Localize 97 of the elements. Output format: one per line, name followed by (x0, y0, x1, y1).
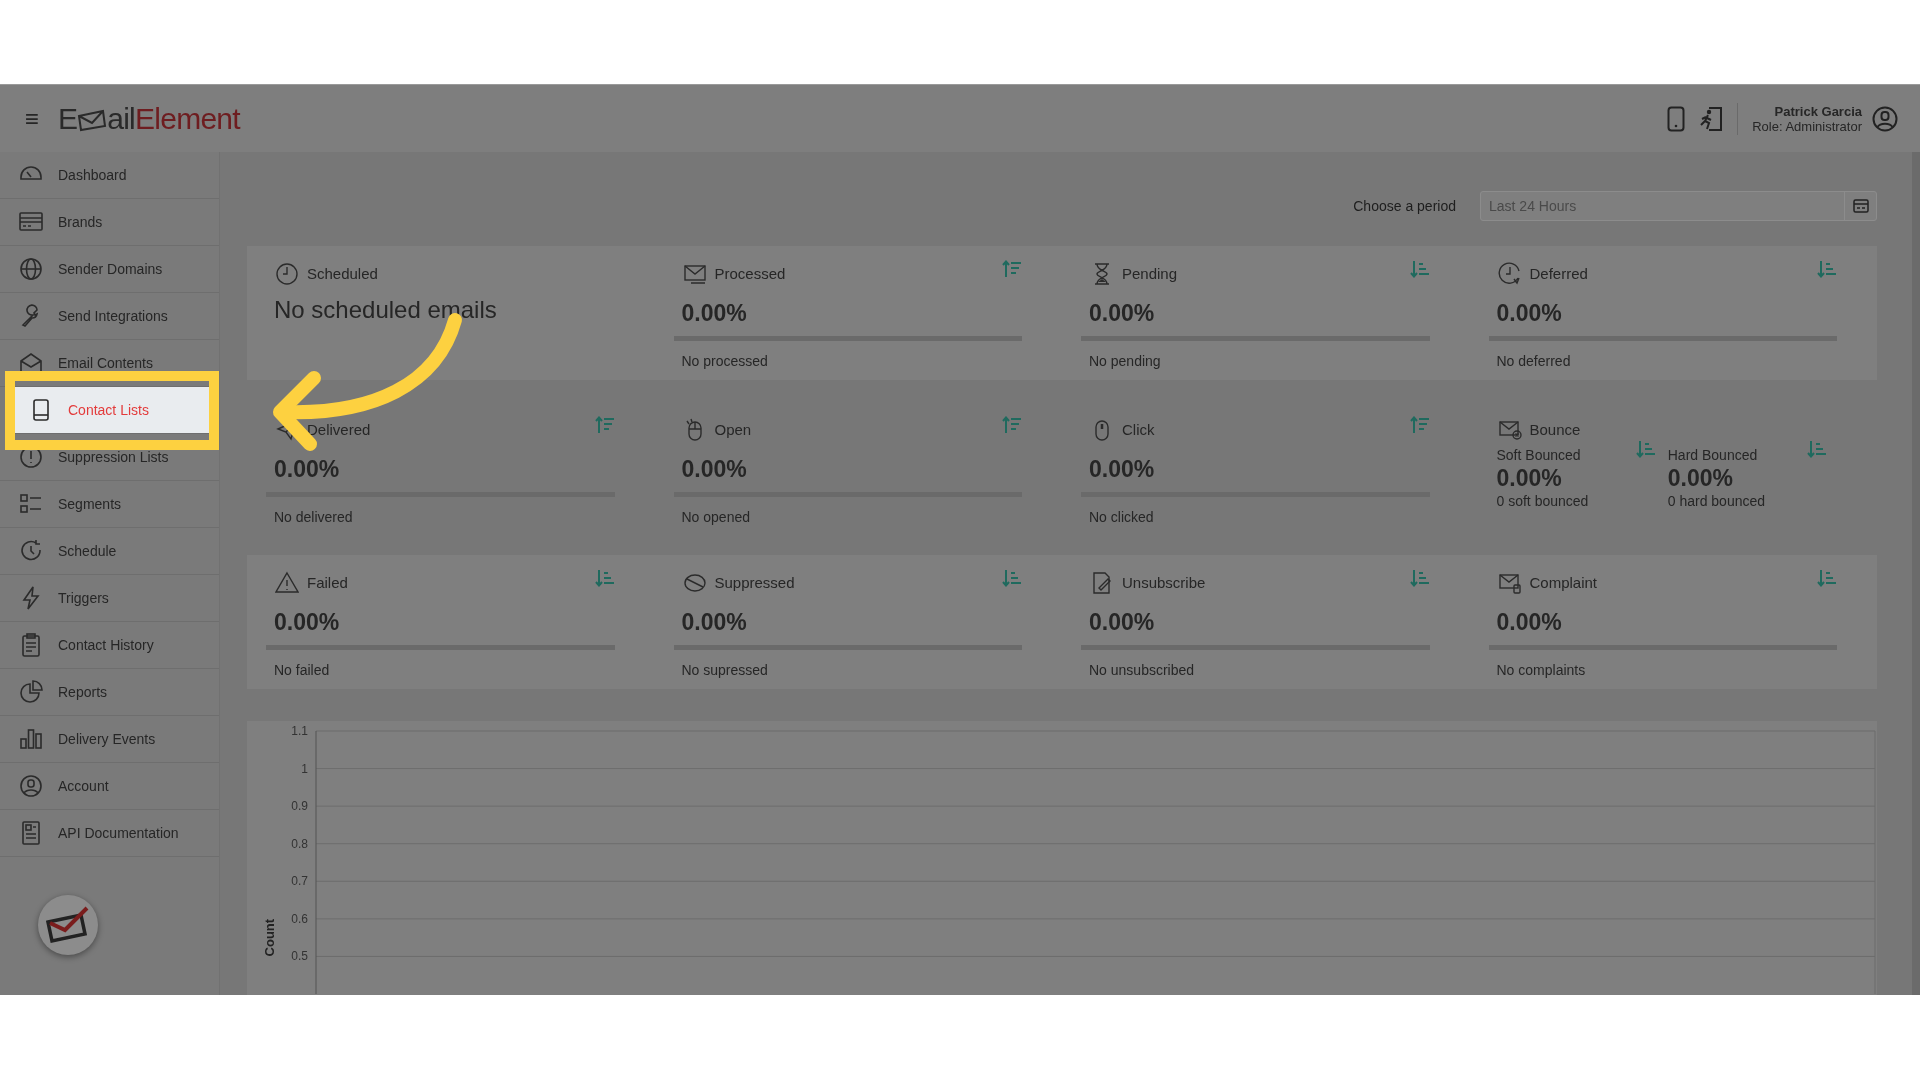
percent-value: 0.00% (1088, 455, 1156, 484)
envelope-icon (682, 262, 707, 286)
empty-message: No scheduled emails (273, 295, 498, 325)
card-note: No complaints (1495, 661, 1587, 680)
sort-down-icon[interactable] (1817, 569, 1837, 587)
sidebar-item[interactable]: Sender Domains (0, 246, 219, 293)
envelope-icon (1497, 571, 1522, 595)
user-role: Role: Administrator (1752, 118, 1862, 134)
app-logo-icon (38, 895, 98, 955)
sub-label: Soft Bounced (1496, 446, 1581, 464)
tick-label: 1.1 (291, 724, 308, 738)
sort-up-icon[interactable] (1409, 416, 1430, 434)
sort-down-icon[interactable] (1409, 569, 1430, 587)
tick-label: 0.5 (291, 949, 308, 964)
card-title: Unsubscribe (1122, 572, 1206, 593)
tick-label: 1 (301, 761, 308, 776)
sidebar-item[interactable]: Schedule (0, 528, 219, 575)
card-title: Delivered (307, 419, 371, 440)
percent-value: 0.00% (1495, 299, 1563, 328)
sidebar-item[interactable]: Dashboard (0, 152, 219, 199)
warning-icon (275, 571, 299, 595)
sidebar-item[interactable]: Reports (0, 669, 219, 716)
card-note: No processed (680, 352, 769, 371)
card-note: No clicked (1088, 508, 1155, 527)
logout-icon[interactable] (1699, 105, 1724, 132)
clock-icon (275, 262, 299, 286)
sidebar-item[interactable]: Contact History (0, 622, 219, 669)
envelope-icon (1497, 418, 1522, 442)
sort-up-icon[interactable] (594, 416, 615, 434)
sidebar-item[interactable]: Delivery Events (0, 716, 219, 763)
sidebar-item[interactable]: Segments (0, 481, 219, 528)
tick-label: 0.8 (291, 836, 308, 851)
percent-value: 0.00% (1667, 464, 1734, 492)
sidebar-item[interactable]: Send Integrations (0, 293, 219, 340)
envelope-icon (77, 107, 108, 132)
sidebar-item[interactable]: API Documentation (0, 810, 219, 857)
percent-value: 0.00% (273, 608, 341, 637)
sidebar-item[interactable]: Suppression Lists (0, 434, 219, 481)
sidebar-item[interactable]: Triggers (0, 575, 219, 622)
percent-value: 0.00% (1088, 608, 1156, 637)
card-note: No unsubscribed (1088, 661, 1196, 680)
sort-up-icon[interactable] (1002, 260, 1022, 278)
globe-icon (18, 256, 44, 282)
sort-up-icon[interactable] (1002, 416, 1022, 434)
card-note: No failed (273, 661, 331, 680)
card-title: Scheduled (307, 263, 378, 284)
sub-label: Hard Bounced (1667, 446, 1758, 464)
card-note: No deferred (1495, 352, 1572, 371)
sort-down-icon[interactable] (1817, 260, 1837, 278)
card-note: No opened (680, 508, 751, 527)
card-title: Suppressed (714, 572, 795, 593)
card-note: No delivered (273, 508, 354, 527)
tick-label: 0.9 (291, 799, 308, 814)
logo-text: ail (107, 103, 136, 134)
card-title: Bounce (1529, 419, 1581, 440)
sidebar-item[interactable]: Account (0, 763, 219, 810)
sidebar-item[interactable]: Brands (0, 199, 219, 246)
bar-chart-icon (18, 726, 44, 752)
sort-down-icon[interactable] (1002, 569, 1022, 587)
card-title: Processed (714, 263, 786, 284)
blocked-icon (682, 571, 707, 595)
clock-icon (1497, 262, 1522, 286)
percent-value: 0.00% (1088, 299, 1156, 328)
tick-label: 0.7 (291, 874, 308, 889)
scrollbar[interactable] (1912, 152, 1920, 995)
user-avatar-icon[interactable] (1872, 105, 1898, 132)
card-title: Click (1122, 419, 1155, 440)
sort-down-icon[interactable] (1409, 260, 1430, 278)
card-note: 0 hard bounced (1667, 492, 1767, 510)
card-title: Pending (1122, 263, 1178, 284)
tick-label: 0.6 (291, 911, 308, 926)
percent-value: 0.00% (680, 299, 748, 328)
card-title: Open (714, 419, 752, 440)
percent-value: 0.00% (273, 455, 341, 484)
card-note: 0 soft bounced (1496, 492, 1590, 510)
logo-text: Element (135, 103, 240, 134)
card-note: No supressed (680, 661, 769, 680)
sort-down-icon[interactable] (1807, 440, 1827, 458)
percent-value: 0.00% (1495, 608, 1563, 637)
logo-letter: E (58, 103, 78, 134)
percent-value: 0.00% (680, 455, 748, 484)
pie-chart-icon (18, 679, 44, 705)
phone-icon[interactable] (1667, 105, 1686, 132)
axis-title: Count (262, 918, 277, 957)
sort-down-icon[interactable] (594, 569, 615, 587)
card-title: Deferred (1529, 263, 1588, 284)
card-note: No pending (1088, 352, 1162, 371)
card-title: Failed (307, 572, 348, 593)
period-label: Choose a period (1353, 196, 1456, 216)
sort-down-icon[interactable] (1635, 440, 1656, 458)
percent-value: 0.00% (680, 608, 748, 637)
percent-value: 0.00% (1496, 464, 1563, 492)
user-icon (18, 773, 44, 799)
calendar-icon (1852, 199, 1869, 213)
card-title: Complaint (1529, 572, 1598, 593)
user-name: Patrick Garcia (1774, 103, 1862, 119)
menu-button[interactable]: ≡ (22, 106, 42, 131)
